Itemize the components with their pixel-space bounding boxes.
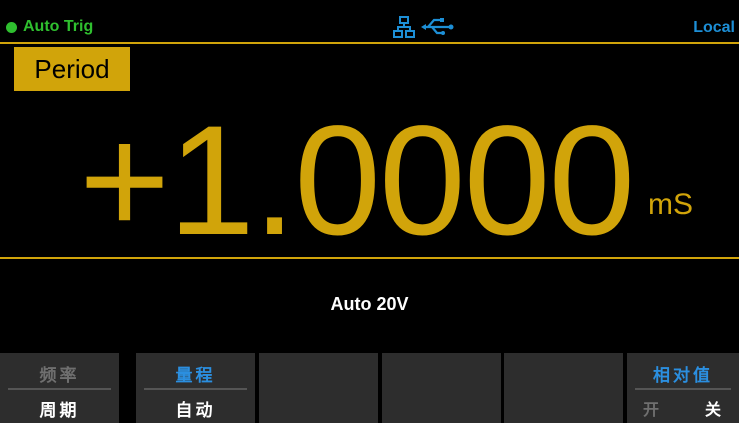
relative-off-option: 关 [704, 400, 721, 419]
remote-status: Local [693, 19, 735, 36]
softkey-range[interactable]: 量程 自动 [136, 353, 255, 423]
softkey-frequency-label: 频率 [39, 366, 80, 386]
softkey-4[interactable] [382, 353, 501, 423]
softkey-5[interactable] [504, 353, 623, 423]
trigger-label: Auto Trig [23, 18, 94, 35]
softkey-relative[interactable]: 相对值 开 关 [627, 353, 739, 423]
reading-unit: mS [648, 188, 693, 221]
divider [0, 257, 739, 259]
softkey-separator [144, 388, 247, 390]
lan-icon [393, 16, 415, 38]
softkey-separator [635, 388, 731, 390]
range-status: Auto 20V [330, 294, 409, 314]
softkey-bar: 频率 周期 量程 自动 相对值 开 关 [0, 353, 739, 423]
relative-on-option: 开 [643, 400, 660, 419]
softkey-range-value: 自动 [175, 401, 216, 421]
softkey-period-label: 周期 [39, 401, 80, 421]
trigger-dot-icon [6, 21, 17, 33]
usb-icon [421, 18, 454, 35]
status-bar: Auto Trig Local [0, 0, 739, 40]
softkey-relative-label: 相对值 [653, 366, 713, 386]
trigger-status: Auto Trig [6, 18, 93, 36]
softkey-range-label: 量程 [175, 366, 216, 386]
divider [0, 42, 739, 44]
softkey-separator [8, 388, 111, 390]
main-reading: +1.0000 [79, 94, 635, 268]
softkey-frequency-period[interactable]: 频率 周期 [0, 353, 119, 423]
function-label: Period [14, 47, 130, 91]
softkey-3[interactable] [259, 353, 378, 423]
